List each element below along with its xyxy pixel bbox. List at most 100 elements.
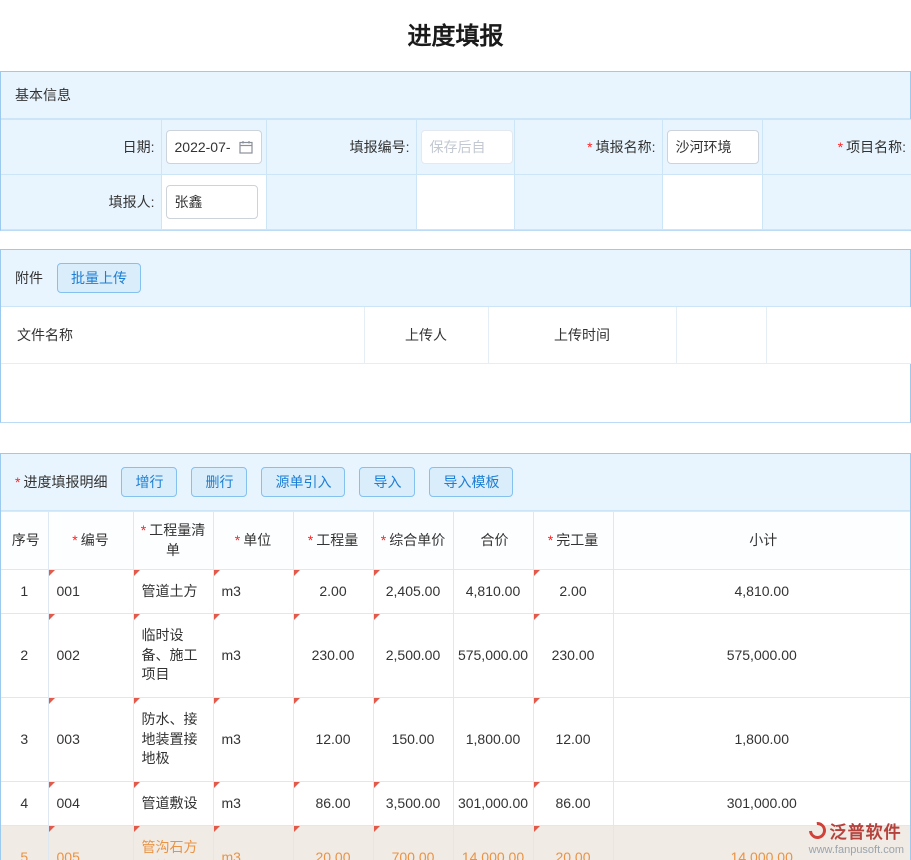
cell-completed[interactable]: 12.00 — [533, 697, 613, 781]
empty-cell — [514, 175, 662, 230]
empty-cell — [416, 175, 514, 230]
cell-subtotal: 1,800.00 — [613, 697, 910, 781]
cell-subtotal: 4,810.00 — [613, 569, 910, 614]
basic-info-header: 基本信息 — [1, 72, 910, 119]
cell-code[interactable]: 001 — [48, 569, 133, 614]
cell-seq: 3 — [1, 697, 48, 781]
attach-col-file-name: 文件名称 — [1, 307, 364, 364]
cell-unit[interactable]: m3 — [213, 569, 293, 614]
watermark-brand: 泛普软件 — [830, 818, 902, 843]
cell-unit[interactable]: m3 — [213, 697, 293, 781]
cell-quantity[interactable]: 2.00 — [293, 569, 373, 614]
attach-col-uploader: 上传人 — [364, 307, 488, 364]
detail-row: 2 002 临时设备、施工项目 m3 230.00 2,500.00 575,0… — [1, 614, 910, 698]
watermark: 泛普软件 www.fanpusoft.com — [809, 818, 906, 856]
cell-quantity[interactable]: 20.00 — [293, 826, 373, 860]
cell-quantity[interactable]: 12.00 — [293, 697, 373, 781]
cell-unit-price[interactable]: 2,500.00 — [373, 614, 453, 698]
required-asterisk: * — [15, 474, 20, 490]
cell-boq[interactable]: 管道土方 — [133, 569, 213, 614]
attach-col-empty — [676, 307, 766, 364]
watermark-site: www.fanpusoft.com — [809, 844, 906, 856]
filler-input[interactable]: 张鑫 — [166, 185, 258, 219]
attachments-title: 附件 — [15, 268, 43, 288]
cell-quantity[interactable]: 230.00 — [293, 614, 373, 698]
cell-total-price: 301,000.00 — [453, 781, 533, 826]
report-no-cell: 保存后自 — [416, 120, 514, 175]
cell-unit-price[interactable]: 150.00 — [373, 697, 453, 781]
attachments-table: 文件名称 上传人 上传时间 — [1, 307, 911, 364]
cell-completed[interactable]: 86.00 — [533, 781, 613, 826]
detail-row: 3 003 防水、接地装置接地极 m3 12.00 150.00 1,800.0… — [1, 697, 910, 781]
basic-info-title: 基本信息 — [15, 85, 71, 105]
report-no-input: 保存后自 — [421, 130, 513, 164]
attachments-empty-body — [1, 364, 910, 422]
detail-row-selected: 5 005 管沟石方开挖 m3 20.00 700.00 14,000.00 2… — [1, 826, 910, 860]
date-cell: 2022-07- — [161, 120, 266, 175]
cell-unit[interactable]: m3 — [213, 826, 293, 860]
cell-unit[interactable]: m3 — [213, 781, 293, 826]
cell-code[interactable]: 003 — [48, 697, 133, 781]
cell-completed[interactable]: 2.00 — [533, 569, 613, 614]
report-no-label: 填报编号: — [266, 120, 416, 175]
col-total-price: 合价 — [453, 512, 533, 570]
cell-unit-price[interactable]: 2,405.00 — [373, 569, 453, 614]
report-name-cell: 沙河环境 — [662, 120, 762, 175]
cell-seq: 5 — [1, 826, 48, 860]
cell-unit-price[interactable]: 3,500.00 — [373, 781, 453, 826]
date-value: 2022-07- — [175, 139, 231, 155]
cell-completed[interactable]: 20.00 — [533, 826, 613, 860]
cell-boq[interactable]: 管沟石方开挖 — [133, 826, 213, 860]
cell-seq: 2 — [1, 614, 48, 698]
col-subtotal: 小计 — [613, 512, 910, 570]
filler-label: 填报人: — [1, 175, 161, 230]
report-name-input[interactable]: 沙河环境 — [667, 130, 759, 164]
cell-boq[interactable]: 临时设备、施工项目 — [133, 614, 213, 698]
col-quantity: *工程量 — [293, 512, 373, 570]
details-title: *进度填报明细 — [15, 472, 107, 492]
details-section: *进度填报明细 增行 删行 源单引入 导入 导入模板 序号 *编号 *工程量清单… — [0, 453, 911, 860]
basic-info-section: 基本信息 日期: 2022-07- — [0, 71, 911, 231]
details-header-row: 序号 *编号 *工程量清单 *单位 *工程量 *综合单价 合价 *完工量 小计 — [1, 512, 910, 570]
empty-cell — [266, 175, 416, 230]
add-row-button[interactable]: 增行 — [121, 467, 177, 497]
required-asterisk: * — [587, 139, 592, 155]
cell-boq[interactable]: 管道敷设 — [133, 781, 213, 826]
project-name-label: *项目名称: — [762, 120, 911, 175]
col-seq: 序号 — [1, 512, 48, 570]
attach-col-upload-time: 上传时间 — [488, 307, 676, 364]
report-name-label: *填报名称: — [514, 120, 662, 175]
calendar-icon[interactable] — [239, 140, 253, 154]
col-code: *编号 — [48, 512, 133, 570]
attachments-header: 附件 批量上传 — [1, 250, 910, 307]
attach-col-empty — [766, 307, 911, 364]
cell-boq[interactable]: 防水、接地装置接地极 — [133, 697, 213, 781]
empty-cell — [662, 175, 762, 230]
date-input[interactable]: 2022-07- — [166, 130, 262, 164]
attachments-section: 附件 批量上传 文件名称 上传人 上传时间 — [0, 249, 911, 423]
cell-completed[interactable]: 230.00 — [533, 614, 613, 698]
page-title: 进度填报 — [0, 0, 911, 71]
empty-cell — [762, 175, 911, 230]
page: 进度填报 基本信息 日期: 2022-07- — [0, 0, 911, 860]
cell-total-price: 4,810.00 — [453, 569, 533, 614]
source-import-button[interactable]: 源单引入 — [261, 467, 345, 497]
cell-quantity[interactable]: 86.00 — [293, 781, 373, 826]
delete-row-button[interactable]: 删行 — [191, 467, 247, 497]
cell-total-price: 1,800.00 — [453, 697, 533, 781]
cell-unit[interactable]: m3 — [213, 614, 293, 698]
import-button[interactable]: 导入 — [359, 467, 415, 497]
cell-total-price: 575,000.00 — [453, 614, 533, 698]
col-boq: *工程量清单 — [133, 512, 213, 570]
batch-upload-button[interactable]: 批量上传 — [57, 263, 141, 293]
import-template-button[interactable]: 导入模板 — [429, 467, 513, 497]
detail-row: 1 001 管道土方 m3 2.00 2,405.00 4,810.00 2.0… — [1, 569, 910, 614]
col-unit: *单位 — [213, 512, 293, 570]
cell-total-price: 14,000.00 — [453, 826, 533, 860]
cell-code[interactable]: 002 — [48, 614, 133, 698]
cell-unit-price[interactable]: 700.00 — [373, 826, 453, 860]
col-unit-price: *综合单价 — [373, 512, 453, 570]
cell-code[interactable]: 005 — [48, 826, 133, 860]
cell-code[interactable]: 004 — [48, 781, 133, 826]
col-completed: *完工量 — [533, 512, 613, 570]
